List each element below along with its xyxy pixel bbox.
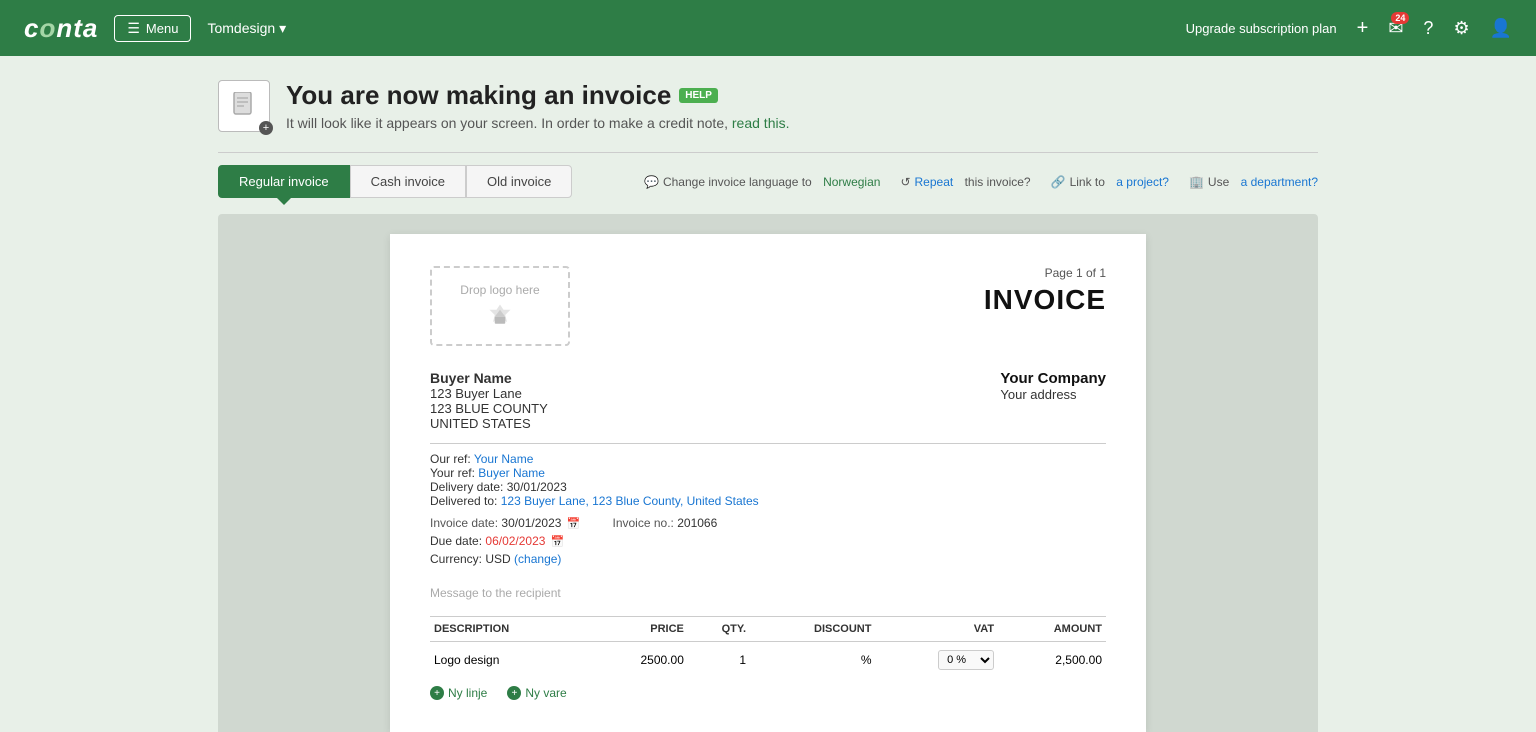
table-row: Logo design 2500.00 1 % 0 % 25 % 2,500.0… <box>430 642 1106 679</box>
invoice-no-group: Invoice no.: 201066 <box>613 516 718 530</box>
new-invoice-badge: + <box>259 121 273 135</box>
content-area: + You are now making an invoice HELP It … <box>218 56 1318 732</box>
invoice-type-tabs: Regular invoice Cash invoice Old invoice <box>218 165 572 198</box>
change-language-action[interactable]: 💬 Change invoice language to Norwegian <box>644 175 880 189</box>
row-price[interactable]: 2500.00 <box>589 642 687 679</box>
our-ref-val[interactable]: Your Name <box>474 452 534 466</box>
header-divider <box>218 152 1318 153</box>
org-name: Tomdesign <box>207 20 275 36</box>
col-qty: QTY. <box>688 617 750 642</box>
col-vat: VAT <box>875 617 998 642</box>
row-description[interactable]: Logo design <box>430 642 589 679</box>
your-ref-val[interactable]: Buyer Name <box>478 466 545 480</box>
tab-old-invoice[interactable]: Old invoice <box>466 165 572 198</box>
delivery-date-val[interactable]: 30/01/2023 <box>507 480 567 494</box>
buyer-info: Buyer Name 123 Buyer Lane 123 BLUE COUNT… <box>430 370 548 431</box>
date-group-left: Invoice date: 30/01/2023 📅 Invoice no.: … <box>430 516 717 530</box>
menu-label: Menu <box>146 21 179 36</box>
row-discount[interactable]: % <box>750 642 875 679</box>
upgrade-link[interactable]: Upgrade subscription plan <box>1186 21 1337 36</box>
col-discount: DISCOUNT <box>750 617 875 642</box>
buyer-city: 123 BLUE COUNTY <box>430 401 548 416</box>
calendar-icon-1[interactable]: 📅 <box>567 518 581 530</box>
page-info: Page 1 of 1 <box>984 266 1106 280</box>
org-selector[interactable]: Tomdesign ▾ <box>207 20 286 37</box>
invoice-no-val[interactable]: 201066 <box>677 516 717 530</box>
invoice-date-group: Invoice date: 30/01/2023 📅 <box>430 516 581 530</box>
navbar: conta ☰ Menu Tomdesign ▾ Upgrade subscri… <box>0 0 1536 56</box>
invoice-table: DESCRIPTION PRICE QTY. DISCOUNT VAT AMOU… <box>430 616 1106 678</box>
plus-circle-icon: + <box>430 686 444 700</box>
page-header: + You are now making an invoice HELP It … <box>218 80 1318 132</box>
menu-button[interactable]: ☰ Menu <box>114 15 191 42</box>
invoice-divider-1 <box>430 443 1106 444</box>
add-line-link[interactable]: + Ny linje <box>430 686 487 700</box>
col-description: DESCRIPTION <box>430 617 589 642</box>
due-date-row: Due date: 06/02/2023 📅 <box>430 534 1106 548</box>
invoice-icon: + <box>218 80 270 132</box>
company-address[interactable]: Your address <box>1000 387 1106 402</box>
tab-actions: 💬 Change invoice language to Norwegian ↺… <box>644 175 1318 189</box>
delivered-to-val[interactable]: 123 Buyer Lane, 123 Blue County, United … <box>501 494 759 508</box>
logo-drop-zone[interactable]: Drop logo here <box>430 266 570 346</box>
tab-regular-invoice[interactable]: Regular invoice <box>218 165 350 198</box>
mail-badge: 24 <box>1391 12 1409 24</box>
your-ref-row: Your ref: Buyer Name <box>430 466 1106 480</box>
company-name[interactable]: Your Company <box>1000 370 1106 387</box>
vat-select[interactable]: 0 % 25 % <box>938 650 994 670</box>
logo: conta <box>24 13 98 44</box>
language-link[interactable]: Norwegian <box>823 175 880 189</box>
use-department-action[interactable]: 🏢 Use a department? <box>1189 175 1318 189</box>
delivery-date-row: Delivery date: 30/01/2023 <box>430 480 1106 494</box>
col-amount: AMOUNT <box>998 617 1106 642</box>
buyer-country: UNITED STATES <box>430 416 548 431</box>
main-wrapper: + You are now making an invoice HELP It … <box>0 56 1536 732</box>
link-to-project-action[interactable]: 🔗 Link to a project? <box>1051 175 1169 189</box>
invoice-dates: Invoice date: 30/01/2023 📅 Invoice no.: … <box>430 516 1106 530</box>
tab-cash-invoice[interactable]: Cash invoice <box>350 165 466 198</box>
help-badge[interactable]: HELP <box>679 88 718 103</box>
row-qty[interactable]: 1 <box>688 642 750 679</box>
change-currency-link[interactable]: (change) <box>514 552 561 566</box>
company-info: Your Company Your address <box>1000 370 1106 431</box>
add-item-link[interactable]: + Ny vare <box>507 686 566 700</box>
tabs-row: Regular invoice Cash invoice Old invoice… <box>218 165 1318 206</box>
mail-icon[interactable]: ✉ 24 <box>1388 18 1403 39</box>
currency-row: Currency: USD (change) <box>430 552 1106 566</box>
our-ref-row: Our ref: Your Name <box>430 452 1106 466</box>
buyer-street: 123 Buyer Lane <box>430 386 548 401</box>
invoice-info-row: Buyer Name 123 Buyer Lane 123 BLUE COUNT… <box>430 370 1106 431</box>
row-vat[interactable]: 0 % 25 % <box>875 642 998 679</box>
row-amount: 2,500.00 <box>998 642 1106 679</box>
page-subtitle: It will look like it appears on your scr… <box>286 115 789 131</box>
settings-icon[interactable]: ⚙ <box>1453 18 1469 39</box>
delivered-to-row: Delivered to: 123 Buyer Lane, 123 Blue C… <box>430 494 1106 508</box>
message-field[interactable]: Message to the recipient <box>430 586 1106 600</box>
col-price: PRICE <box>589 617 687 642</box>
buyer-name[interactable]: Buyer Name <box>430 370 548 386</box>
plus-circle-icon-2: + <box>507 686 521 700</box>
plus-icon[interactable]: + <box>1357 17 1369 40</box>
add-links: + Ny linje + Ny vare <box>430 686 1106 700</box>
help-icon[interactable]: ? <box>1423 18 1433 39</box>
hamburger-icon: ☰ <box>127 20 140 37</box>
ref-block: Our ref: Your Name Your ref: Buyer Name … <box>430 452 1106 508</box>
invoice-preview: Drop logo here Page 1 of 1 INVOICE <box>390 234 1146 732</box>
invoice-title-block: Page 1 of 1 INVOICE <box>984 266 1106 316</box>
invoice-top: Drop logo here Page 1 of 1 INVOICE <box>430 266 1106 346</box>
header-text: You are now making an invoice HELP It wi… <box>286 80 789 131</box>
repeat-invoice-action[interactable]: ↺ Repeat this invoice? <box>900 175 1030 189</box>
currency-val: USD <box>485 552 510 566</box>
due-date-val[interactable]: 06/02/2023 <box>485 534 545 548</box>
user-icon[interactable]: 👤 <box>1490 18 1512 39</box>
invoice-preview-wrapper: Drop logo here Page 1 of 1 INVOICE <box>218 214 1318 732</box>
calendar-icon-2[interactable]: 📅 <box>551 536 565 548</box>
invoice-date-val[interactable]: 30/01/2023 <box>501 516 561 530</box>
read-this-link[interactable]: read this. <box>732 115 790 131</box>
page-title: You are now making an invoice HELP <box>286 80 789 111</box>
invoice-title: INVOICE <box>984 284 1106 316</box>
chevron-down-icon: ▾ <box>279 20 286 37</box>
